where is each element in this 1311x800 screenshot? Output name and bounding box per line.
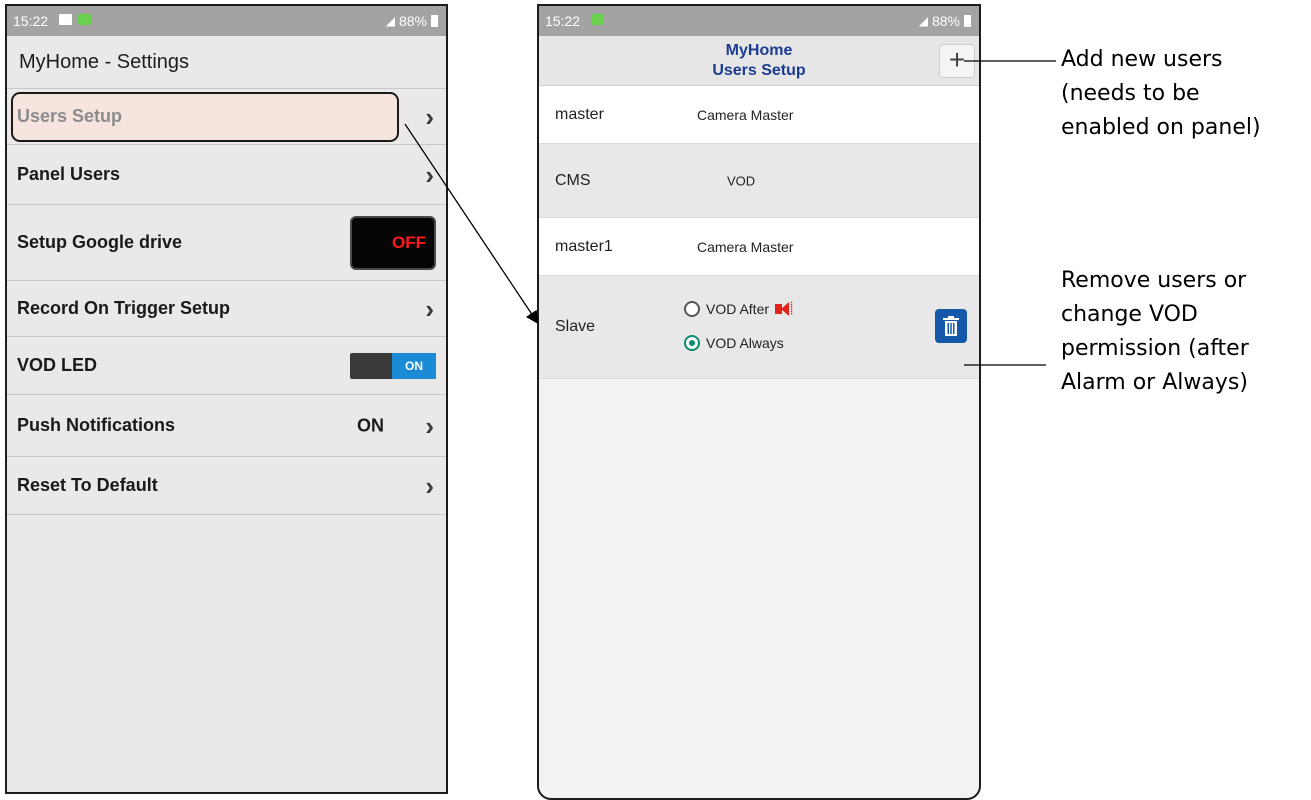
annotation-line: Add new users — [1061, 47, 1223, 72]
annotation-remove-users: Remove users or change VOD permission (a… — [1061, 264, 1249, 400]
annotation-line: enabled on panel) — [1061, 115, 1261, 140]
annotation-line: change VOD — [1061, 302, 1198, 327]
annotation-line: Alarm or Always) — [1061, 370, 1248, 395]
annotation-line: (needs to be — [1061, 81, 1200, 106]
annotation-line: permission (after — [1061, 336, 1249, 361]
annotation-add-users: Add new users (needs to be enabled on pa… — [1061, 43, 1261, 145]
navigation-arrow — [404, 123, 539, 325]
annotation-line: Remove users or — [1061, 268, 1247, 293]
settings-item-label: Users Setup — [17, 106, 123, 126]
